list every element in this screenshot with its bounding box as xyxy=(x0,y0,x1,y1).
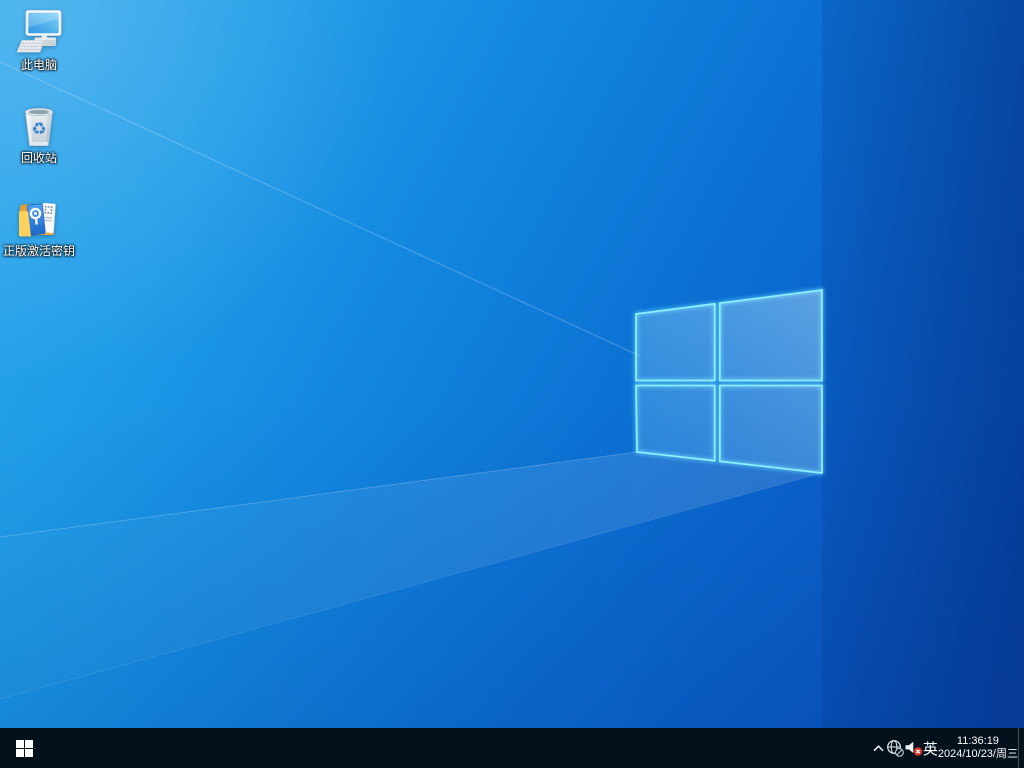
windows-start-icon xyxy=(15,739,33,757)
show-desktop-button[interactable] xyxy=(1018,728,1024,768)
desktop-icon-recycle-bin[interactable]: ♻ 回收站 xyxy=(1,101,77,165)
clock-date: 2024/10/23/周三 xyxy=(937,748,1018,760)
desktop-icon-label: 正版激活密钥 xyxy=(2,244,75,258)
desktop-icon-label: 回收站 xyxy=(20,151,57,165)
tray-hidden-icons-button[interactable] xyxy=(871,728,886,768)
tray-input-language-button[interactable]: 英 xyxy=(923,728,938,768)
desktop-icon-list: 此电脑 ♻ 回收站 正版激活密钥 xyxy=(1,8,77,258)
taskbar: 英 11:36:19 2024/10/23/周三 xyxy=(0,728,1024,768)
system-tray: 英 11:36:19 2024/10/23/周三 xyxy=(871,728,1024,768)
tray-network-button[interactable] xyxy=(886,728,904,768)
desktop-icon-label: 此电脑 xyxy=(20,58,57,72)
clock-time: 11:36:19 xyxy=(956,735,999,747)
windows-desktop: 此电脑 ♻ 回收站 正版激活密钥 英 11:36:19 2024/10/23/周… xyxy=(0,0,1024,768)
desktop-icon-activation-key-folder[interactable]: 正版激活密钥 xyxy=(1,194,77,258)
chevron-up-icon xyxy=(873,744,884,751)
globe-no-internet-icon xyxy=(886,740,904,757)
desktop-wallpaper[interactable] xyxy=(0,0,1024,728)
recycle-bin-icon: ♻ xyxy=(24,107,54,146)
start-button[interactable] xyxy=(0,728,48,768)
activation-key-folder-icon xyxy=(19,202,56,237)
speaker-muted-icon xyxy=(905,741,923,756)
tray-clock[interactable]: 11:36:19 2024/10/23/周三 xyxy=(938,728,1018,768)
this-pc-icon xyxy=(16,10,62,53)
tray-volume-button[interactable] xyxy=(904,728,923,768)
desktop-icon-this-pc[interactable]: 此电脑 xyxy=(1,8,77,72)
svg-text:♻: ♻ xyxy=(31,120,46,140)
